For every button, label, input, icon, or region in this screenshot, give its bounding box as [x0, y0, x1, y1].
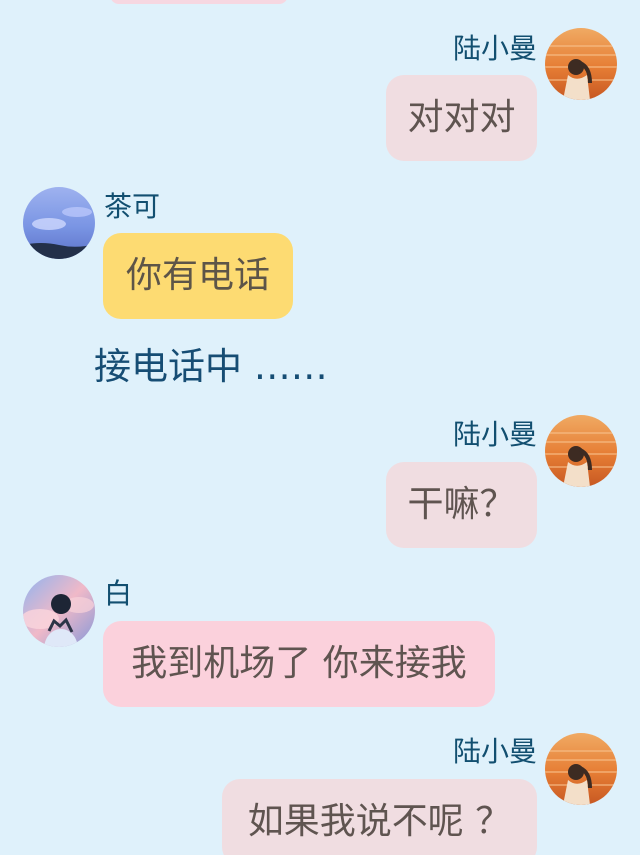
- message-bubble[interactable]: 干嘛？: [386, 462, 537, 548]
- call-status-text: 接电话中 ……: [94, 345, 328, 388]
- sender-avatar[interactable]: [23, 187, 95, 259]
- sender-name: 陆小曼: [452, 735, 537, 768]
- sender-name: 陆小曼: [452, 418, 537, 451]
- message-bubble[interactable]: 你有电话: [103, 233, 293, 319]
- sender-name: 白: [104, 577, 133, 610]
- pink-cloud-boy-avatar-icon: [23, 575, 95, 647]
- sender-name: 茶可: [104, 190, 161, 223]
- sunset-ocean-figure-avatar-icon: [545, 733, 617, 805]
- sender-avatar[interactable]: [23, 575, 95, 647]
- sender-avatar[interactable]: [545, 28, 617, 100]
- sunset-ocean-figure-avatar-icon: [545, 28, 617, 100]
- chat-screen: 陆小曼 对对对 茶可 你有电话 接电话中 …… 陆小曼 干嘛？ 白 我到机场了 …: [0, 0, 640, 855]
- blue-sky-avatar-icon: [23, 187, 95, 259]
- message-bubble[interactable]: 如果我说不呢 ？: [222, 779, 537, 855]
- sender-avatar[interactable]: [545, 733, 617, 805]
- sender-avatar[interactable]: [545, 415, 617, 487]
- sunset-ocean-figure-avatar-icon: [545, 415, 617, 487]
- sender-name: 陆小曼: [452, 32, 537, 65]
- message-bubble[interactable]: 对对对: [386, 75, 537, 161]
- message-bubble[interactable]: 我到机场了 你来接我: [103, 621, 495, 707]
- previous-message-bubble[interactable]: [110, 0, 288, 4]
